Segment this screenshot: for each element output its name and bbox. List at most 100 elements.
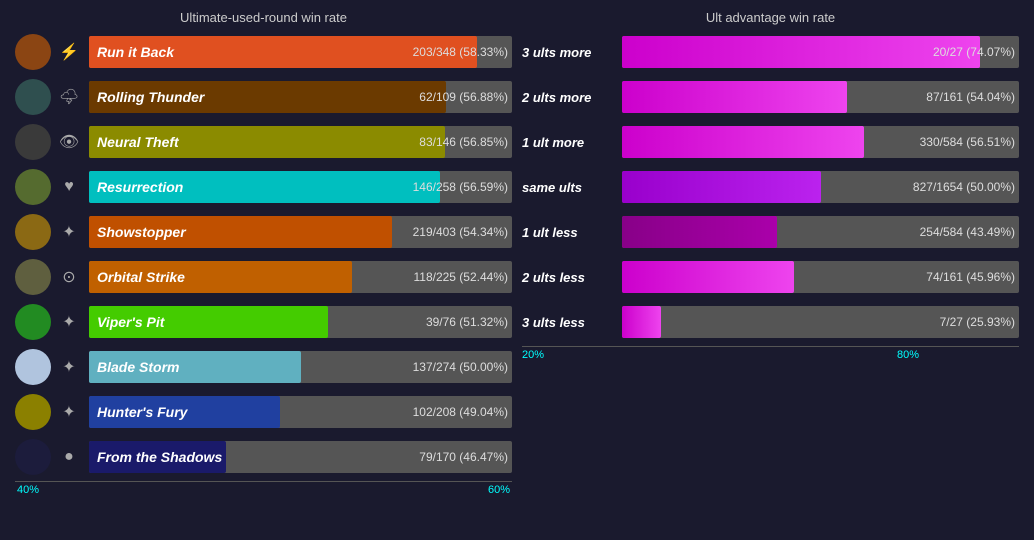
left-bar-row: ● From the Shadows 79/170 (46.47%) <box>15 436 512 478</box>
bar-container: Rolling Thunder 62/109 (56.88%) <box>89 81 512 113</box>
adv-label: 3 ults more <box>522 45 622 60</box>
bar-value: 102/208 (49.04%) <box>413 396 508 428</box>
right-axis-line <box>522 346 1019 347</box>
adv-bar-value: 74/161 (45.96%) <box>926 261 1015 293</box>
adv-bar-value: 7/27 (25.93%) <box>940 306 1015 338</box>
right-bar-row: 3 ults more 20/27 (74.07%) <box>522 31 1019 73</box>
left-bar-row: 👁 Neural Theft 83/146 (56.85%) <box>15 121 512 163</box>
left-bar-row: ✦ Hunter's Fury 102/208 (49.04%) <box>15 391 512 433</box>
left-axis-min: 40% <box>17 484 39 496</box>
adv-bar-container: 254/584 (43.49%) <box>622 216 1019 248</box>
left-bar-row: ⊙Orbital Strike118/225 (52.44%) <box>15 256 512 298</box>
main-container: Ultimate-used-round win rate ⚡Run it Bac… <box>15 10 1019 496</box>
adv-bar-container: 827/1654 (50.00%) <box>622 171 1019 203</box>
right-bar-row: 1 ult more 330/584 (56.51%) <box>522 121 1019 163</box>
avatar <box>15 214 51 250</box>
bar-value: 203/348 (58.33%) <box>413 36 508 68</box>
adv-bar-container: 87/161 (54.04%) <box>622 81 1019 113</box>
bar-label: Viper's Pit <box>97 306 164 338</box>
bar-value: 83/146 (56.85%) <box>419 126 508 158</box>
adv-bar-value: 254/584 (43.49%) <box>920 216 1015 248</box>
avatar <box>15 394 51 430</box>
avatar <box>15 169 51 205</box>
bar-container: Blade Storm137/274 (50.00%) <box>89 351 512 383</box>
bar-container: From the Shadows 79/170 (46.47%) <box>89 441 512 473</box>
right-bars: 3 ults more 20/27 (74.07%) 2 ults more87/1… <box>522 31 1019 343</box>
bar-label: Run it Back <box>97 36 174 68</box>
bar-label: Rolling Thunder <box>97 81 204 113</box>
adv-bar-fill <box>622 261 794 293</box>
adv-bar-container: 7/27 (25.93%) <box>622 306 1019 338</box>
adv-label: same ults <box>522 180 622 195</box>
ult-icon: ♥ <box>55 173 83 201</box>
avatar <box>15 304 51 340</box>
adv-bar-fill <box>622 36 980 68</box>
bar-label: Resurrection <box>97 171 183 203</box>
ult-icon: 👁 <box>55 128 83 156</box>
left-section: Ultimate-used-round win rate ⚡Run it Bac… <box>15 10 512 496</box>
adv-bar-container: 74/161 (45.96%) <box>622 261 1019 293</box>
bar-label: Showstopper <box>97 216 186 248</box>
left-axis-line <box>15 481 512 482</box>
left-title: Ultimate-used-round win rate <box>15 10 512 25</box>
right-axis-labels: 20% 80% <box>522 349 1019 361</box>
left-bar-row: ✦ Viper's Pit 39/76 (51.32%) <box>15 301 512 343</box>
adv-label: 2 ults less <box>522 270 622 285</box>
bar-value: 79/170 (46.47%) <box>419 441 508 473</box>
adv-bar-fill <box>622 216 777 248</box>
adv-bar-fill <box>622 306 661 338</box>
bar-value: 219/403 (54.34%) <box>413 216 508 248</box>
bar-value: 146/258 (56.59%) <box>413 171 508 203</box>
adv-bar-container: 330/584 (56.51%) <box>622 126 1019 158</box>
ult-icon: ● <box>55 443 83 471</box>
right-bar-row: 1 ult less254/584 (43.49%) <box>522 211 1019 253</box>
adv-label: 2 ults more <box>522 90 622 105</box>
avatar <box>15 34 51 70</box>
adv-label: 3 ults less <box>522 315 622 330</box>
bar-label: From the Shadows <box>97 441 222 473</box>
bar-container: Resurrection 146/258 (56.59%) <box>89 171 512 203</box>
right-bar-row: same ults827/1654 (50.00%) <box>522 166 1019 208</box>
ult-icon: ✦ <box>55 308 83 336</box>
bar-label: Neural Theft <box>97 126 179 158</box>
left-axis-labels: 40% 60% <box>15 484 512 496</box>
left-axis-max: 60% <box>488 484 510 496</box>
bar-label: Hunter's Fury <box>97 396 187 428</box>
avatar <box>15 79 51 115</box>
bar-value: 39/76 (51.32%) <box>426 306 508 338</box>
ult-icon: ✦ <box>55 353 83 381</box>
avatar <box>15 349 51 385</box>
adv-bar-value: 330/584 (56.51%) <box>920 126 1015 158</box>
right-bar-row: 2 ults less 74/161 (45.96%) <box>522 256 1019 298</box>
adv-label: 1 ult more <box>522 135 622 150</box>
bar-container: Neural Theft 83/146 (56.85%) <box>89 126 512 158</box>
bar-label: Orbital Strike <box>97 261 185 293</box>
bar-container: Run it Back 203/348 (58.33%) <box>89 36 512 68</box>
bar-container: Viper's Pit 39/76 (51.32%) <box>89 306 512 338</box>
right-bar-row: 2 ults more87/161 (54.04%) <box>522 76 1019 118</box>
adv-bar-fill <box>622 126 864 158</box>
ult-icon: 🌩 <box>55 83 83 111</box>
adv-bar-container: 20/27 (74.07%) <box>622 36 1019 68</box>
bar-value: 137/274 (50.00%) <box>413 351 508 383</box>
ult-icon: ⚡ <box>55 38 83 66</box>
left-bar-row: ⚡ Run it Back 203/348 (58.33%) <box>15 31 512 73</box>
avatar <box>15 124 51 160</box>
bar-container: Orbital Strike118/225 (52.44%) <box>89 261 512 293</box>
left-bar-row: 🌩 Rolling Thunder 62/109 (56.88%) <box>15 76 512 118</box>
avatar <box>15 259 51 295</box>
ult-icon: ✦ <box>55 218 83 246</box>
right-bar-row: 3 ults less 7/27 (25.93%) <box>522 301 1019 343</box>
bar-container: Hunter's Fury 102/208 (49.04%) <box>89 396 512 428</box>
bar-value: 62/109 (56.88%) <box>419 81 508 113</box>
right-axis-max: 80% <box>897 349 919 361</box>
adv-bar-fill <box>622 81 847 113</box>
avatar <box>15 439 51 475</box>
adv-bar-fill <box>622 171 821 203</box>
adv-bar-value: 20/27 (74.07%) <box>933 36 1015 68</box>
left-bar-row: ♥ Resurrection 146/258 (56.59%) <box>15 166 512 208</box>
right-section: Ult advantage win rate 3 ults more20/27 … <box>522 10 1019 496</box>
bar-container: Showstopper 219/403 (54.34%) <box>89 216 512 248</box>
left-bar-row: ✦Blade Storm137/274 (50.00%) <box>15 346 512 388</box>
ult-icon: ✦ <box>55 398 83 426</box>
